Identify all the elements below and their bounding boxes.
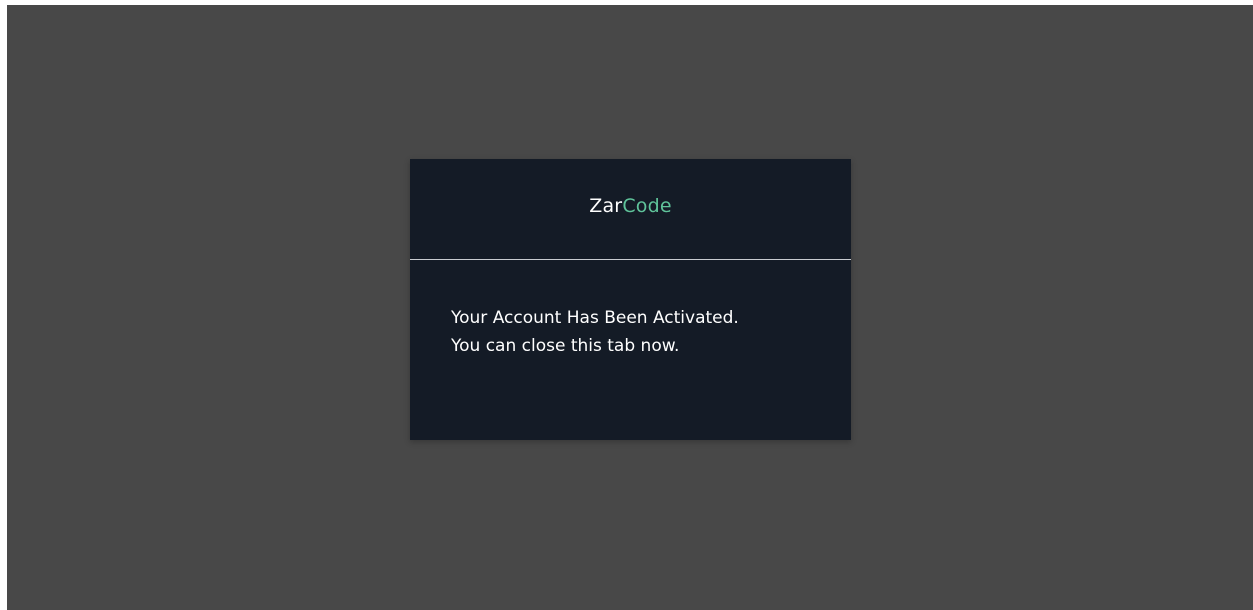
activation-card: ZarCode Your Account Has Been Activated.… <box>410 159 851 440</box>
card-header: ZarCode <box>410 159 851 260</box>
brand-name-accent: Code <box>622 194 672 217</box>
page-background: ZarCode Your Account Has Been Activated.… <box>7 5 1253 610</box>
brand-name-primary: Zar <box>589 194 623 217</box>
card-body: Your Account Has Been Activated. You can… <box>410 260 851 360</box>
brand-logo: ZarCode <box>589 195 672 217</box>
activation-message: Your Account Has Been Activated. <box>451 308 739 328</box>
close-tab-message: You can close this tab now. <box>451 336 680 356</box>
